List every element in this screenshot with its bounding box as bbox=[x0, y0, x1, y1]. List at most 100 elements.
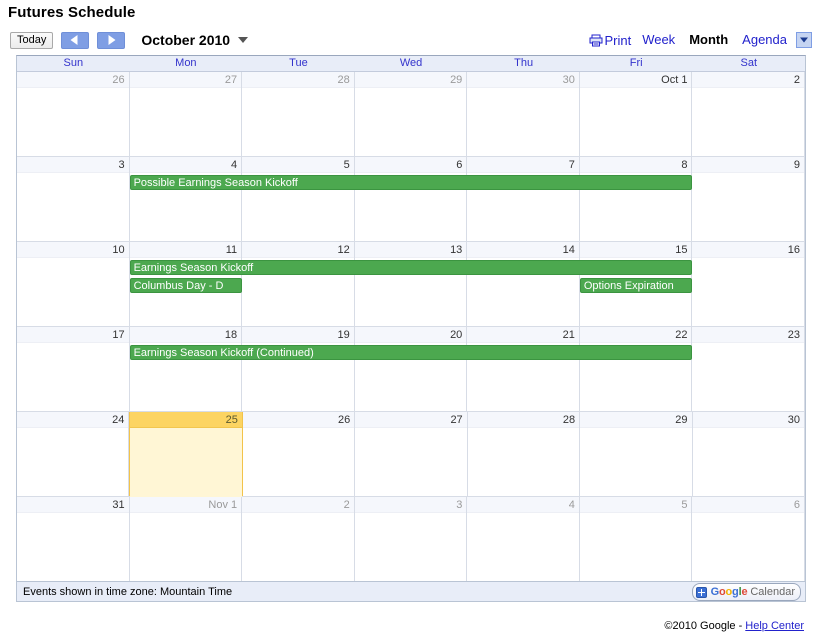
view-button-agenda[interactable]: Agenda bbox=[735, 29, 794, 51]
event-bar[interactable]: Options Expiration bbox=[579, 278, 693, 293]
plus-icon bbox=[695, 586, 707, 598]
day-cell[interactable]: 14 bbox=[467, 242, 580, 326]
printer-icon bbox=[589, 34, 603, 46]
day-cell[interactable]: 31 bbox=[17, 497, 130, 581]
event-bar[interactable]: Possible Earnings Season Kickoff bbox=[129, 175, 693, 190]
day-cell[interactable]: 27 bbox=[355, 412, 468, 496]
day-number: 30 bbox=[467, 72, 579, 88]
calendar-week-row: 3 4 5 6 7 8 9 Possible Earnings Season Kickoff bbox=[17, 157, 806, 242]
day-cell[interactable]: 6 bbox=[354, 157, 468, 241]
day-number: 16 bbox=[692, 242, 805, 258]
dow-mon: Mon bbox=[175, 57, 197, 69]
page-title: Futures Schedule bbox=[8, 4, 136, 21]
day-number: 15 bbox=[579, 242, 692, 258]
day-cell[interactable]: 27 bbox=[129, 72, 243, 156]
day-number: 24 bbox=[17, 412, 129, 428]
period-dropdown-icon[interactable] bbox=[238, 37, 249, 43]
previous-period-button[interactable] bbox=[61, 31, 90, 49]
day-number: Nov 1 bbox=[129, 497, 242, 513]
period-label[interactable]: October 2010 bbox=[141, 32, 230, 48]
day-number: 17 bbox=[17, 327, 129, 343]
day-cell[interactable]: 26 bbox=[242, 412, 356, 496]
event-bar[interactable]: Earnings Season Kickoff (Continued) bbox=[129, 345, 693, 360]
day-cell[interactable]: 25 bbox=[129, 412, 243, 512]
day-cell[interactable]: 29 bbox=[580, 412, 693, 496]
day-cell[interactable]: 23 bbox=[692, 327, 806, 411]
day-cell[interactable]: 30 bbox=[692, 412, 805, 496]
view-dropdown-button[interactable] bbox=[796, 32, 812, 48]
day-cell[interactable]: 17 bbox=[17, 327, 130, 411]
day-number: 19 bbox=[242, 327, 354, 343]
day-cell[interactable]: 10 bbox=[17, 242, 130, 326]
day-number: 3 bbox=[17, 157, 129, 173]
day-number: 28 bbox=[242, 72, 354, 88]
view-button-month[interactable]: Month bbox=[682, 29, 736, 51]
day-of-week-header: Sun Mon Tue Wed Thu Fri Sat bbox=[17, 56, 805, 72]
day-number: 6 bbox=[354, 157, 467, 173]
day-cell[interactable]: 8 bbox=[579, 157, 693, 241]
calendar-week-row: 24 25 26 27 28 29 30 bbox=[17, 412, 805, 512]
dow-wed: Wed bbox=[399, 57, 423, 69]
day-number: 26 bbox=[17, 72, 129, 88]
day-cell[interactable]: 22 bbox=[579, 327, 693, 411]
event-bar[interactable]: Earnings Season Kickoff bbox=[129, 260, 693, 275]
day-cell[interactable]: 28 bbox=[242, 72, 355, 156]
day-number: 31 bbox=[17, 497, 129, 513]
day-cell[interactable]: 3 bbox=[17, 157, 130, 241]
day-cell[interactable]: 12 bbox=[242, 242, 355, 326]
day-number: 21 bbox=[467, 327, 579, 343]
copyright-text: ©2010 Google - bbox=[664, 620, 746, 632]
day-cell[interactable]: Nov 1 bbox=[129, 497, 243, 581]
day-cell[interactable]: 2 bbox=[692, 72, 806, 156]
day-number: 30 bbox=[692, 412, 804, 428]
print-button[interactable]: Print bbox=[589, 33, 631, 48]
day-cell[interactable]: 30 bbox=[467, 72, 580, 156]
calendar-toolbar: Today October 2010 Print Week Month Agen… bbox=[0, 28, 820, 52]
day-cell[interactable]: 7 bbox=[467, 157, 580, 241]
day-cell[interactable]: 20 bbox=[354, 327, 468, 411]
view-button-week[interactable]: Week bbox=[635, 29, 682, 51]
day-cell[interactable]: 5 bbox=[242, 157, 355, 241]
day-cell[interactable]: 28 bbox=[467, 412, 581, 496]
day-cell[interactable]: 9 bbox=[692, 157, 806, 241]
calendar-week-row: 17 18 19 20 21 22 23 Earnings Season Kickoff (C… bbox=[17, 327, 806, 412]
day-cell[interactable]: 16 bbox=[692, 242, 806, 326]
day-number: 2 bbox=[692, 72, 805, 88]
day-number: 7 bbox=[467, 157, 579, 173]
day-cell[interactable]: 18 bbox=[129, 327, 243, 411]
day-cell[interactable]: 2 bbox=[242, 497, 355, 581]
day-number: 8 bbox=[579, 157, 692, 173]
day-number: 23 bbox=[692, 327, 805, 343]
today-button[interactable]: Today bbox=[10, 31, 54, 49]
day-number: 27 bbox=[355, 412, 467, 428]
dow-fri: Fri bbox=[629, 57, 643, 69]
help-center-link[interactable]: Help Center bbox=[745, 620, 804, 632]
day-cell[interactable]: 6 bbox=[692, 497, 806, 581]
day-cell[interactable]: 21 bbox=[467, 327, 580, 411]
dow-sat: Sat bbox=[740, 57, 758, 69]
calendar-grid: Sun Mon Tue Wed Thu Fri Sat 26 27 28 29 30 Oc… bbox=[16, 55, 806, 582]
day-cell[interactable]: 13 bbox=[354, 242, 468, 326]
copyright-line: ©2010 Google - Help Center bbox=[664, 620, 804, 632]
day-cell[interactable]: 19 bbox=[242, 327, 355, 411]
day-cell[interactable]: 3 bbox=[354, 497, 468, 581]
dow-sun: Sun bbox=[63, 57, 84, 69]
day-number: 12 bbox=[242, 242, 354, 258]
day-cell[interactable]: 5 bbox=[579, 497, 693, 581]
day-cell[interactable]: 26 bbox=[17, 72, 130, 156]
next-period-button[interactable] bbox=[97, 31, 126, 49]
day-number: 10 bbox=[17, 242, 129, 258]
day-cell[interactable]: 24 bbox=[17, 412, 130, 496]
day-cell[interactable]: 4 bbox=[467, 497, 580, 581]
google-calendar-badge[interactable]: Google Calendar bbox=[691, 583, 801, 601]
event-bar[interactable]: Columbus Day - D bbox=[129, 278, 243, 293]
day-cell[interactable]: Oct 1 bbox=[579, 72, 693, 156]
day-number: 4 bbox=[129, 157, 242, 173]
day-cell[interactable]: 4 bbox=[129, 157, 243, 241]
calendar-week-row: 10 11 12 13 14 15 16 Earnings Season Kickoff Col… bbox=[17, 242, 806, 327]
day-cell[interactable]: 29 bbox=[354, 72, 468, 156]
calendar-week-row: 31 Nov 123456 bbox=[17, 497, 806, 581]
timezone-bar: Events shown in time zone: Mountain Time… bbox=[16, 582, 806, 602]
badge-calendar-label: Calendar bbox=[750, 586, 795, 598]
google-logo: Google bbox=[710, 586, 748, 598]
